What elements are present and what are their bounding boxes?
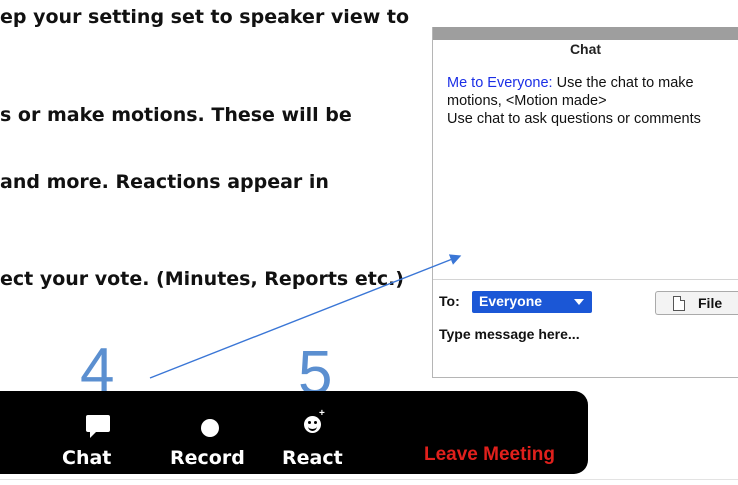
chat-title: Chat <box>569 41 602 57</box>
to-label: To: <box>439 293 460 309</box>
chat-titlebar[interactable] <box>433 27 738 40</box>
recipient-value: Everyone <box>479 293 543 309</box>
chat-message-sender: Me to Everyone: <box>447 75 553 91</box>
chat-button[interactable]: Chat <box>60 391 130 474</box>
divider <box>0 479 738 480</box>
chat-panel: Chat Me to Everyone: Use the chat to mak… <box>432 27 738 378</box>
recipient-dropdown[interactable]: Everyone <box>472 291 592 313</box>
plus-icon: + <box>319 408 325 419</box>
file-button[interactable]: File <box>655 291 738 315</box>
record-button[interactable]: Record <box>170 391 260 474</box>
file-button-label: File <box>698 295 723 311</box>
document-line: s or make motions. These will be <box>0 104 352 126</box>
chat-message-text: Use chat to ask questions or comments <box>447 111 701 127</box>
chat-message: Me to Everyone: Use the chat to make mot… <box>447 74 727 128</box>
leave-meeting-button[interactable]: Leave Meeting <box>424 391 582 474</box>
leave-meeting-label: Leave Meeting <box>424 444 555 465</box>
record-button-label: Record <box>170 447 245 469</box>
file-icon <box>673 296 685 311</box>
caret-down-icon <box>574 299 584 305</box>
meeting-toolbar: Chat Record + React Leave Meeting <box>0 391 588 474</box>
chat-bubble-icon <box>86 415 110 438</box>
document-line: and more. Reactions appear in <box>0 171 329 193</box>
document-line: ep your setting set to speaker view to <box>0 6 410 28</box>
react-button[interactable]: + React <box>282 391 352 474</box>
chat-button-label: Chat <box>62 447 112 469</box>
message-input[interactable]: Type message here... <box>439 326 580 342</box>
chat-divider <box>433 279 738 280</box>
document-line: ect your vote. (Minutes, Reports etc.) <box>0 268 404 290</box>
record-icon <box>201 419 219 437</box>
react-button-label: React <box>282 447 343 469</box>
